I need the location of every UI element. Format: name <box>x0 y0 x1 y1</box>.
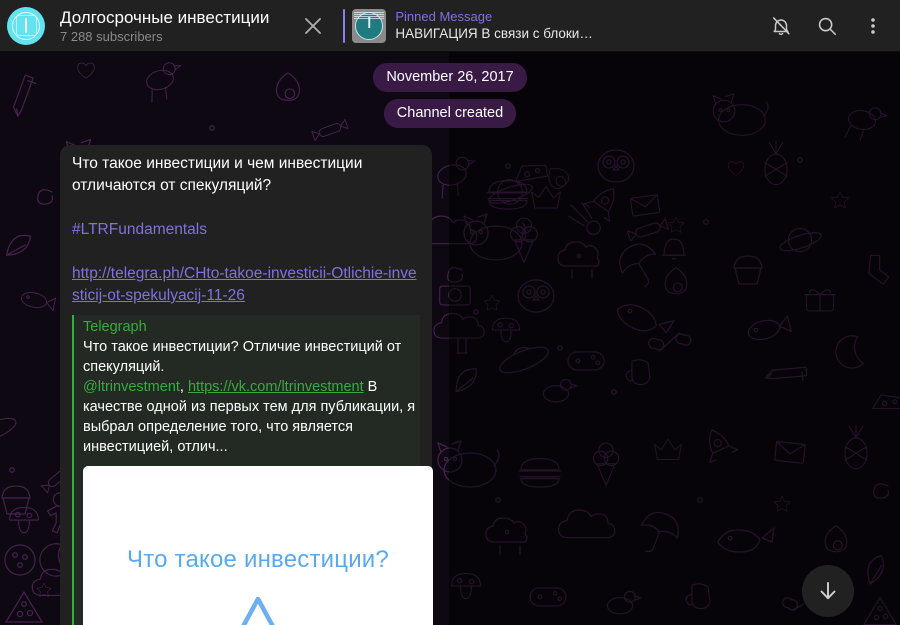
close-icon <box>305 17 322 34</box>
hashtag-link[interactable]: #LTRFundamentals <box>72 221 207 238</box>
preview-vk-link[interactable]: https://vk.com/ltrinvestment <box>188 379 364 395</box>
message-url-line: http://telegra.ph/CHto-takoe-investicii-… <box>72 263 420 307</box>
telegram-channel-window: Долгосрочные инвестиции 7 288 subscriber… <box>0 0 900 625</box>
page-title: Долгосрочные инвестиции <box>60 7 270 27</box>
link-preview-card[interactable]: Telegraph Что такое инвестиции? Отличие … <box>72 315 433 625</box>
scroll-to-bottom-button[interactable] <box>802 565 854 617</box>
message-bubble[interactable]: Что такое инвестиции и чем инвестиции от… <box>60 145 433 625</box>
pinned-message-text: НАВИГАЦИЯ В связи с блоки… <box>395 26 593 41</box>
link-preview-photo[interactable]: Что такое инвестиции? <box>83 466 433 625</box>
message-url-link[interactable]: http://telegra.ph/CHto-takoe-investicii-… <box>72 265 417 304</box>
pinned-accent-bar <box>343 8 346 43</box>
service-message-row: Channel created <box>0 99 900 128</box>
pinned-message-thumbnail[interactable] <box>352 8 387 43</box>
message-line-1: Что такое инвестиции и чем инвестиции <box>72 155 363 172</box>
message-text: Что такое инвестиции и чем инвестиции от… <box>72 153 420 197</box>
chat-title-block[interactable]: Долгосрочные инвестиции 7 288 subscriber… <box>60 7 269 45</box>
search-button[interactable] <box>804 3 850 49</box>
message-paragraph-gap-2 <box>72 241 420 263</box>
chat-header: Долгосрочные инвестиции 7 288 subscriber… <box>0 0 900 52</box>
more-menu-button[interactable] <box>850 3 896 49</box>
search-icon <box>818 17 837 35</box>
link-preview-site-name: Telegraph <box>83 319 147 335</box>
preview-photo-title: Что такое инвестиции? <box>127 546 389 573</box>
subscriber-count: 7 288 subscribers <box>60 28 163 44</box>
avatar[interactable] <box>0 6 52 45</box>
triangle-chart-logo <box>223 594 293 625</box>
message-row: Что такое инвестиции и чем инвестиции от… <box>0 145 900 625</box>
more-vertical-icon <box>871 17 875 34</box>
arrow-down-icon <box>820 582 836 600</box>
pinned-message-label: Pinned Message <box>395 9 493 24</box>
triangle-chart-logo-icon <box>241 596 275 625</box>
link-preview-title: Что такое инвестиции? Отличие инвестиций… <box>83 339 402 375</box>
bell-muted-icon <box>772 16 790 35</box>
link-preview-description: @ltrinvestment, https://vk.com/ltrinvest… <box>83 377 416 457</box>
message-hashtag-line: #LTRFundamentals <box>72 219 420 241</box>
pinned-thumb-text-lines <box>354 11 385 19</box>
channel-avatar-circle <box>7 6 45 45</box>
message-line-2: отличаются от спекуляций? <box>72 177 272 194</box>
preview-mention-link[interactable]: @ltrinvestment <box>83 379 180 395</box>
message-list[interactable]: November 26, 2017 Channel created Что та… <box>0 52 900 625</box>
date-separator: November 26, 2017 <box>373 63 527 92</box>
pinned-message[interactable]: Pinned Message НАВИГАЦИЯ В связи с блоки… <box>395 9 758 42</box>
mute-button[interactable] <box>758 3 804 49</box>
close-button[interactable] <box>291 4 335 48</box>
preview-comma: , <box>179 379 188 395</box>
date-separator-row: November 26, 2017 <box>0 63 900 92</box>
service-message-channel-created: Channel created <box>383 99 517 128</box>
message-paragraph-gap <box>72 197 420 219</box>
avatar-glyph <box>25 17 27 33</box>
header-actions <box>758 3 896 49</box>
